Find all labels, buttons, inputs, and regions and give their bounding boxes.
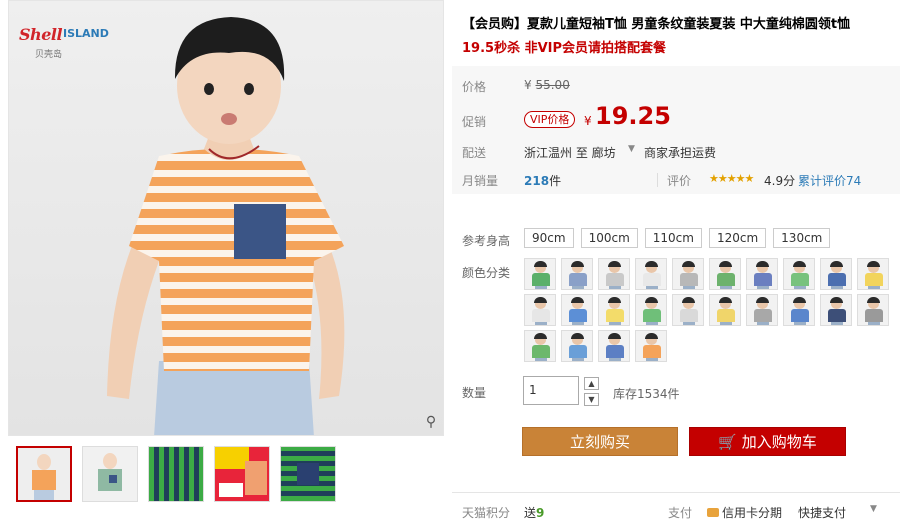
points-value: 送9 <box>524 504 544 521</box>
price-box: 价格 ¥ 55.00 促销 VIP价格 ¥ 19.25 配送 浙江温州 至 廊坊… <box>452 66 900 194</box>
color-swatch[interactable] <box>709 294 741 326</box>
product-title: 【会员购】夏款儿童短袖T恤 男童条纹童装夏装 中大童纯棉圆领t恤 <box>462 17 851 32</box>
size-option[interactable]: 110cm <box>644 228 702 248</box>
thumb-boy-green-image <box>83 447 137 501</box>
quantity-input[interactable]: 1 <box>523 376 579 405</box>
color-swatch[interactable] <box>561 294 593 326</box>
size-option[interactable]: 90cm <box>524 228 574 248</box>
add-to-cart-button[interactable]: 🛒 加入购物车 <box>689 427 846 456</box>
product-info: 【会员购】夏款儿童短袖T恤 男童条纹童装夏装 中大童纯棉圆领t恤 19.5秒杀 … <box>452 0 900 521</box>
color-swatch[interactable] <box>635 258 667 290</box>
thumbnail-1[interactable] <box>16 446 72 502</box>
color-swatch[interactable] <box>598 294 630 326</box>
size-options: 90cm 100cm 110cm 120cm 130cm <box>524 228 831 248</box>
product-gallery: Shell ISLAND 贝壳岛 ⚲ <box>8 0 444 518</box>
total-reviews[interactable]: 累计评价74 <box>798 174 861 188</box>
monthly-sales-label: 月销量 <box>462 174 499 188</box>
add-to-cart-label: 加入购物车 <box>741 433 817 451</box>
pay-method-2[interactable]: 快捷支付 <box>798 504 846 521</box>
color-swatch[interactable] <box>524 330 556 362</box>
shipping-route: 浙江温州 至 廊坊 <box>524 146 616 160</box>
buy-now-button[interactable]: 立刻购买 <box>522 427 678 456</box>
color-swatch[interactable] <box>746 294 778 326</box>
thumb-boy-orange-image <box>18 448 70 500</box>
color-swatch[interactable] <box>561 258 593 290</box>
thumbnail-4[interactable] <box>214 446 270 502</box>
thumbnail-strip <box>16 446 336 502</box>
color-swatch[interactable] <box>672 294 704 326</box>
credit-card-icon <box>707 508 719 517</box>
rating-stars: ★★★★★ <box>709 172 754 185</box>
size-option[interactable]: 130cm <box>773 228 831 248</box>
cart-icon: 🛒 <box>718 433 737 451</box>
color-swatch[interactable] <box>524 258 556 290</box>
magnifier-icon[interactable]: ⚲ <box>422 414 440 432</box>
color-swatch[interactable] <box>709 258 741 290</box>
color-swatch[interactable] <box>635 294 667 326</box>
thumb-green-pocket-image <box>281 447 335 501</box>
color-swatch[interactable] <box>783 258 815 290</box>
quantity-increase-button[interactable]: ▲ <box>584 377 599 390</box>
stock-text: 库存1534件 <box>613 387 680 401</box>
promo-currency: ¥ <box>584 114 592 128</box>
rating-score: 4.9分 <box>764 174 796 188</box>
product-subtitle: 19.5秒杀 非VIP会员请拍搭配套餐 <box>462 41 667 56</box>
quantity-decrease-button[interactable]: ▼ <box>584 393 599 406</box>
size-label: 参考身高 <box>462 234 511 248</box>
color-swatch[interactable] <box>820 294 852 326</box>
original-price: ¥ 55.00 <box>524 78 570 92</box>
divider <box>452 492 900 493</box>
original-currency: ¥ <box>524 78 532 92</box>
color-swatch[interactable] <box>857 294 889 326</box>
monthly-sales-unit: 件 <box>549 174 562 188</box>
chevron-down-icon[interactable]: ▼ <box>870 504 877 514</box>
main-product-image[interactable]: Shell ISLAND 贝壳岛 ⚲ <box>8 0 444 436</box>
pay-label: 支付 <box>668 506 693 520</box>
original-price-value: 55.00 <box>535 78 570 92</box>
brand-logo: Shell ISLAND 贝壳岛 <box>19 15 109 60</box>
size-option[interactable]: 120cm <box>708 228 767 248</box>
brand-logo-cn: 贝壳岛 <box>35 50 63 60</box>
brand-logo-text2: ISLAND <box>63 27 109 40</box>
total-reviews-link[interactable]: 累计评价74 <box>798 172 861 189</box>
thumbnail-2[interactable] <box>82 446 138 502</box>
color-swatch[interactable] <box>598 330 630 362</box>
thumbnail-3[interactable] <box>148 446 204 502</box>
price-label: 价格 <box>462 80 487 94</box>
color-swatch[interactable] <box>524 294 556 326</box>
color-swatch[interactable] <box>672 258 704 290</box>
color-swatch[interactable] <box>561 330 593 362</box>
thumbnail-5[interactable] <box>280 446 336 502</box>
points-label: 天猫积分 <box>462 506 511 520</box>
promo-price: 19.25 <box>595 102 671 130</box>
color-swatch[interactable] <box>635 330 667 362</box>
quantity-label: 数量 <box>462 386 487 400</box>
thumb-promo-banner-image <box>215 447 269 501</box>
monthly-sales-count: 218 <box>524 174 550 188</box>
thumb-green-stripes-image <box>149 447 203 501</box>
color-label: 颜色分类 <box>462 266 511 280</box>
shipping-method: 商家承担运费 <box>644 146 717 160</box>
color-swatches <box>524 258 900 362</box>
color-swatch[interactable] <box>820 258 852 290</box>
credit-card-installment[interactable]: 信用卡分期 <box>707 504 782 521</box>
color-swatch[interactable] <box>746 258 778 290</box>
shipping-label: 配送 <box>462 146 487 160</box>
monthly-sales: 218件 <box>524 172 561 189</box>
brand-logo-text: Shell <box>19 25 63 44</box>
color-swatch[interactable] <box>598 258 630 290</box>
divider <box>657 173 658 187</box>
vip-price-tag: VIP价格 <box>524 111 576 128</box>
review-label: 评价 <box>667 174 692 188</box>
color-swatch[interactable] <box>783 294 815 326</box>
chevron-down-icon[interactable]: ▼ <box>628 144 635 154</box>
size-option[interactable]: 100cm <box>580 228 638 248</box>
boy-in-striped-tshirt-image <box>107 17 345 435</box>
promo-label: 促销 <box>462 115 487 129</box>
color-swatch[interactable] <box>857 258 889 290</box>
